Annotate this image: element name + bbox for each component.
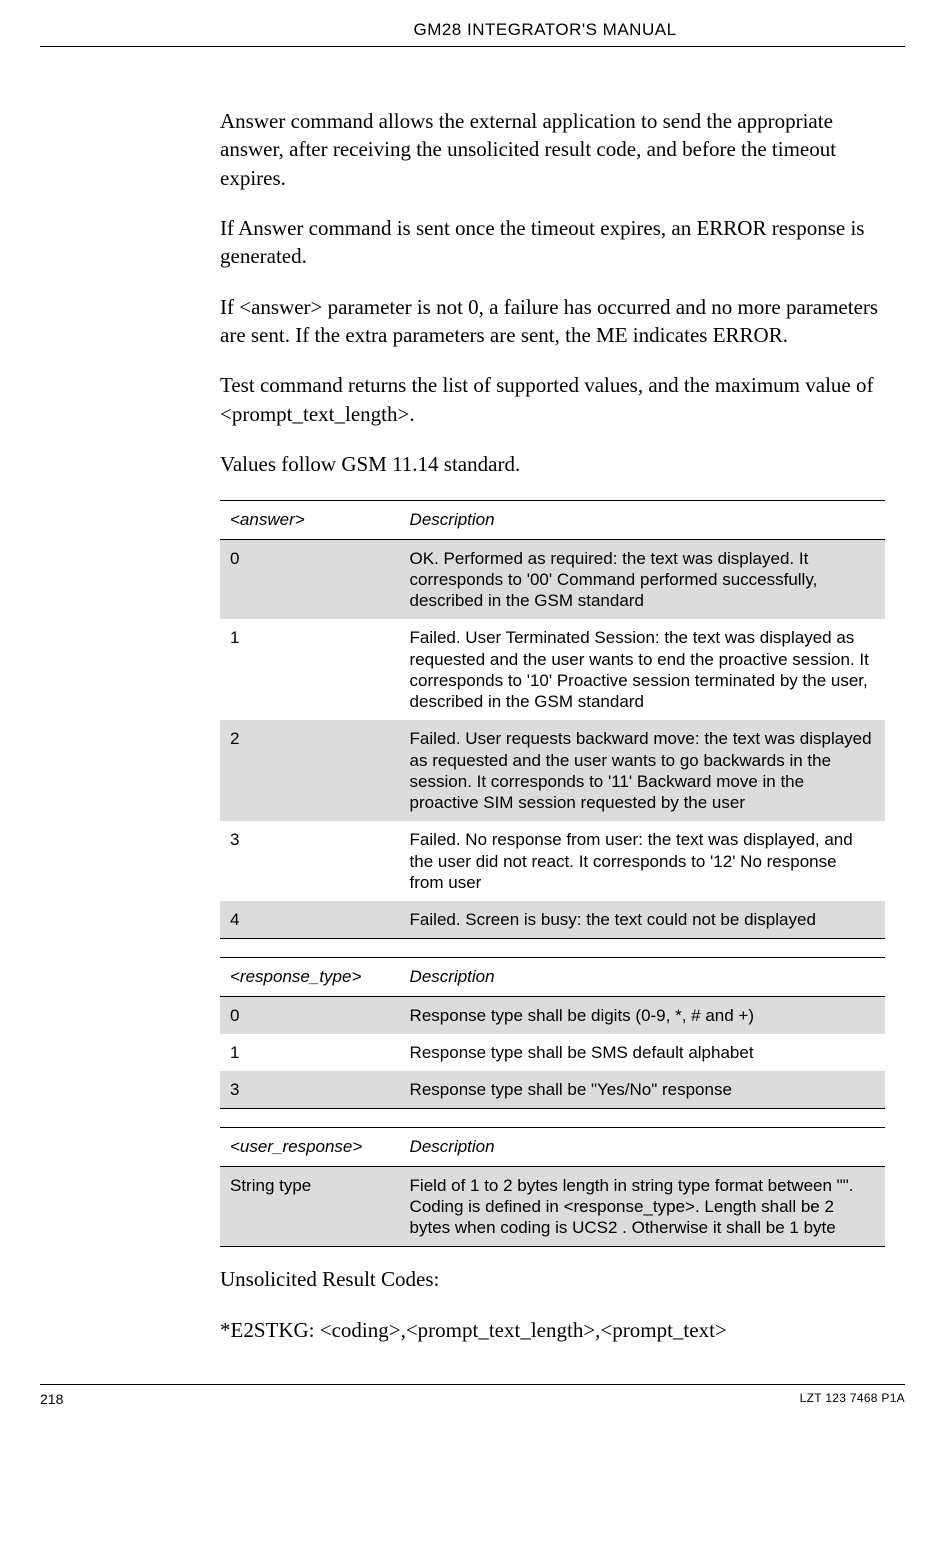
paragraph: *E2STKG: <coding>,<prompt_text_length>,<… (220, 1316, 885, 1344)
cell-key: 1 (220, 619, 400, 720)
page-number: 218 (40, 1391, 63, 1407)
table-row: 4 Failed. Screen is busy: the text could… (220, 901, 885, 939)
cell-desc: Response type shall be SMS default alpha… (400, 1034, 885, 1071)
doc-number: LZT 123 7468 P1A (800, 1391, 905, 1407)
table-row: 0 OK. Performed as required: the text wa… (220, 539, 885, 619)
table-header-desc: Description (400, 958, 885, 996)
page-header-title: GM28 INTEGRATOR'S MANUAL (185, 20, 905, 40)
table-header-row: <response_type> Description (220, 958, 885, 996)
cell-desc: Failed. User Terminated Session: the tex… (400, 619, 885, 720)
table-row: 2 Failed. User requests backward move: t… (220, 720, 885, 821)
table-header-key: <answer> (220, 501, 400, 539)
table-row: 1 Failed. User Terminated Session: the t… (220, 619, 885, 720)
cell-key: 0 (220, 996, 400, 1034)
content-area: Answer command allows the external appli… (220, 107, 885, 1344)
table-user-response: <user_response> Description String type … (220, 1127, 885, 1247)
cell-desc: Failed. No response from user: the text … (400, 821, 885, 901)
cell-key: 2 (220, 720, 400, 821)
page-footer: 218 LZT 123 7468 P1A (40, 1384, 905, 1407)
page: GM28 INTEGRATOR'S MANUAL Answer command … (0, 0, 945, 1427)
cell-key: 4 (220, 901, 400, 939)
paragraph: Answer command allows the external appli… (220, 107, 885, 192)
header-rule (40, 46, 905, 47)
paragraph: If <answer> parameter is not 0, a failur… (220, 293, 885, 350)
cell-key: 1 (220, 1034, 400, 1071)
table-header-desc: Description (400, 501, 885, 539)
cell-desc: Failed. User requests backward move: the… (400, 720, 885, 821)
table-response-type: <response_type> Description 0 Response t… (220, 957, 885, 1109)
cell-key: 0 (220, 539, 400, 619)
table-row: 3 Response type shall be "Yes/No" respon… (220, 1071, 885, 1109)
table-row: String type Field of 1 to 2 bytes length… (220, 1166, 885, 1247)
cell-key: String type (220, 1166, 400, 1247)
table-row: 0 Response type shall be digits (0-9, *,… (220, 996, 885, 1034)
table-header-row: <user_response> Description (220, 1128, 885, 1166)
table-answer: <answer> Description 0 OK. Performed as … (220, 500, 885, 939)
paragraph: If Answer command is sent once the timeo… (220, 214, 885, 271)
cell-desc: OK. Performed as required: the text was … (400, 539, 885, 619)
table-header-key: <user_response> (220, 1128, 400, 1166)
cell-desc: Failed. Screen is busy: the text could n… (400, 901, 885, 939)
cell-desc: Response type shall be "Yes/No" response (400, 1071, 885, 1109)
paragraph: Test command returns the list of support… (220, 371, 885, 428)
table-header-row: <answer> Description (220, 501, 885, 539)
cell-desc: Response type shall be digits (0-9, *, #… (400, 996, 885, 1034)
paragraph: Unsolicited Result Codes: (220, 1265, 885, 1293)
cell-key: 3 (220, 1071, 400, 1109)
table-header-key: <response_type> (220, 958, 400, 996)
table-header-desc: Description (400, 1128, 885, 1166)
cell-desc: Field of 1 to 2 bytes length in string t… (400, 1166, 885, 1247)
table-row: 3 Failed. No response from user: the tex… (220, 821, 885, 901)
cell-key: 3 (220, 821, 400, 901)
paragraph: Values follow GSM 11.14 standard. (220, 450, 885, 478)
table-row: 1 Response type shall be SMS default alp… (220, 1034, 885, 1071)
